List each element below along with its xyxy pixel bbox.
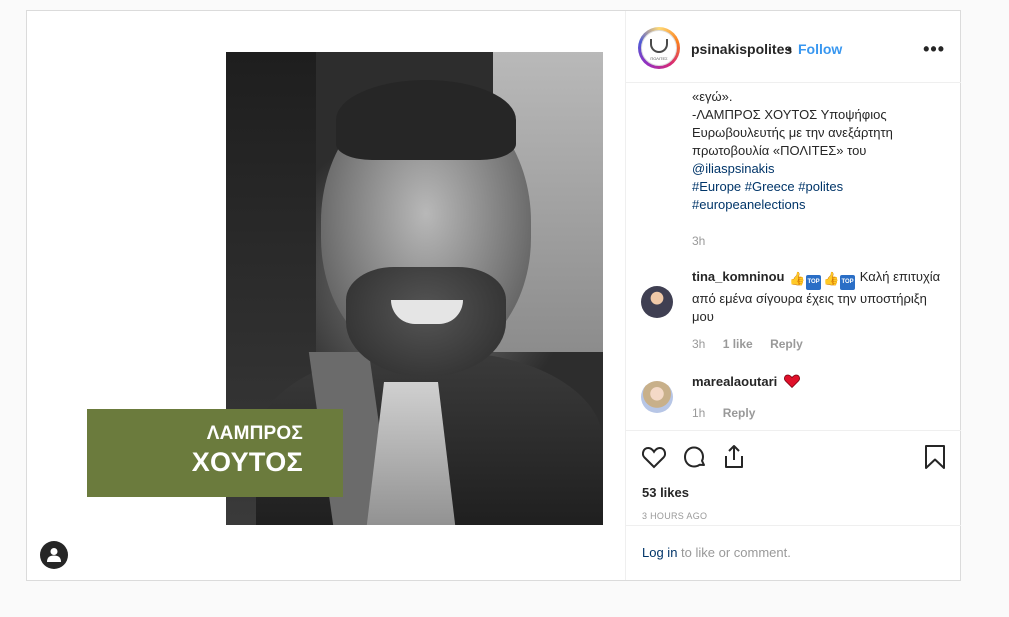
user-tag-button[interactable] [40, 541, 68, 569]
thumbs-up-icon: 👍 [789, 271, 806, 286]
login-prompt: Log in to like or comment. [642, 545, 791, 560]
comment-text: tina_komninou 👍 TOP 👍 TOP Καλή επιτυχία από… [692, 268, 942, 326]
heart-icon [783, 374, 800, 389]
post-card: ΛΑΜΠΡΟΣ ΧΟΥΤΟΣ ΠΟΛΙΤΕΣ psinakispolites •… [26, 10, 961, 581]
side-panel: ΠΟΛΙΤΕΣ psinakispolites • Follow ••• «εγ… [625, 11, 961, 580]
caption-line: -ΛΑΜΠΡΟΣ ΧΟΥΤΟΣ Υποψήφιος [692, 107, 887, 122]
thumbs-up-icon: 👍 [823, 271, 840, 286]
avatar-text: ΠΟΛΙΤΕΣ [650, 56, 668, 61]
comment-meta: 1h Reply [692, 406, 769, 420]
post-header: ΠΟΛΙΤΕΣ psinakispolites • Follow ••• [626, 11, 961, 83]
like-heart-icon[interactable] [640, 443, 668, 471]
user-icon [47, 548, 61, 562]
login-link[interactable]: Log in [642, 545, 677, 560]
caption-time[interactable]: 3h [692, 234, 705, 248]
name-overlay-line1: ΛΑΜΠΡΟΣ [206, 423, 303, 444]
header-username[interactable]: psinakispolites [691, 41, 792, 57]
comment-text: marealaoutari [692, 374, 800, 389]
name-overlay: ΛΑΜΠΡΟΣ ΧΟΥΤΟΣ [87, 409, 343, 497]
likes-count[interactable]: 53 likes [642, 485, 689, 500]
hashtag-link[interactable]: #europeanelections [692, 197, 805, 212]
reply-button[interactable]: Reply [723, 406, 756, 420]
comment-username[interactable]: marealaoutari [692, 374, 777, 389]
comment-time[interactable]: 3h [692, 337, 705, 351]
follow-button[interactable]: Follow [798, 41, 842, 57]
comment-avatar[interactable] [641, 286, 673, 318]
comment-likes[interactable]: 1 like [723, 337, 753, 351]
profile-avatar[interactable]: ΠΟΛΙΤΕΣ [638, 27, 680, 69]
post-timestamp[interactable]: 3 HOURS AGO [642, 511, 707, 521]
top-icon: TOP [840, 275, 856, 290]
comment-bubble-icon[interactable] [680, 443, 708, 471]
comment-meta: 3h 1 like Reply [692, 337, 817, 351]
login-prompt-text: to like or comment. [677, 545, 791, 560]
avatar-image: ΠΟΛΙΤΕΣ [641, 30, 677, 66]
header-separator: • [787, 41, 792, 57]
share-icon[interactable] [720, 443, 748, 471]
post-caption: «εγώ». -ΛΑΜΠΡΟΣ ΧΟΥΤΟΣ Υποψήφιος Ευρωβου… [692, 88, 942, 214]
bookmark-icon[interactable] [921, 443, 949, 471]
caption-line: πρωτοβουλία «ΠΟΛΙΤΕΣ» του [692, 143, 867, 158]
post-media[interactable]: ΛΑΜΠΡΟΣ ΧΟΥΤΟΣ [27, 11, 625, 580]
laurel-icon [650, 39, 668, 53]
comment-username[interactable]: tina_komninou [692, 269, 784, 284]
comment-time[interactable]: 1h [692, 406, 705, 420]
caption-line: Ευρωβουλευτής με την ανεξάρτητη [692, 125, 893, 140]
comment-avatar[interactable] [641, 381, 673, 413]
hashtag-link[interactable]: #polites [798, 179, 843, 194]
post-actions: 53 likes 3 HOURS AGO [626, 431, 961, 526]
photo-hair [336, 80, 516, 160]
reply-button[interactable]: Reply [770, 337, 803, 351]
mention-link[interactable]: @iliaspsinakis [692, 161, 775, 176]
hashtag-link[interactable]: #Europe [692, 179, 741, 194]
name-overlay-line2: ΧΟΥΤΟΣ [191, 447, 303, 477]
hashtag-link[interactable]: #Greece [745, 179, 795, 194]
top-icon: TOP [806, 275, 822, 290]
comments-list[interactable]: «εγώ». -ΛΑΜΠΡΟΣ ΧΟΥΤΟΣ Υποψήφιος Ευρωβου… [626, 84, 961, 431]
more-options-icon[interactable]: ••• [923, 39, 945, 60]
caption-line: «εγώ». [692, 89, 733, 104]
